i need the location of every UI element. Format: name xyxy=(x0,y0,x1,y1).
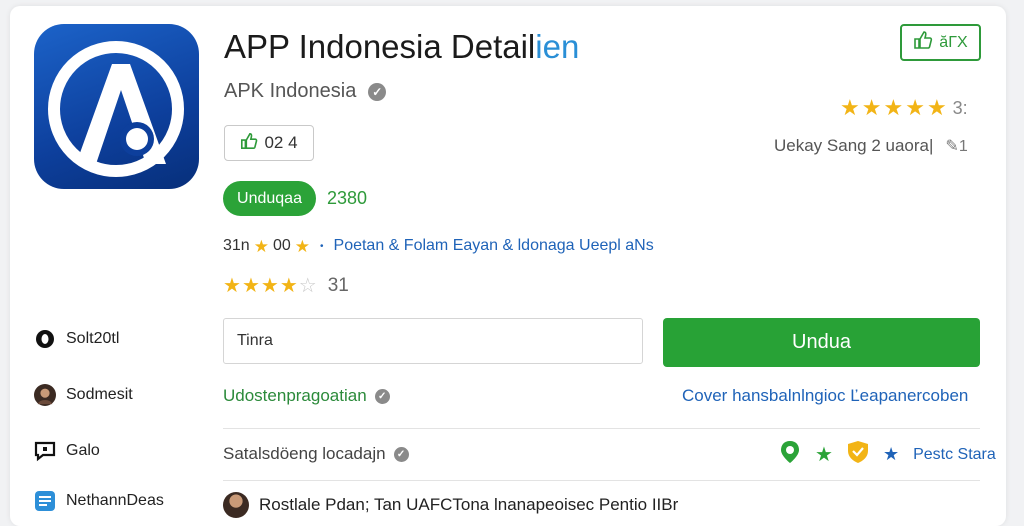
sidebar-item-label: NethannDeas xyxy=(66,492,164,509)
pencil-icon[interactable]: ✎1 xyxy=(945,136,967,156)
category-line: 31n ★ 00 ★ • Poetan & Folam Eayan & ldon… xyxy=(223,237,654,255)
category-suffix: 00 xyxy=(272,237,291,254)
edit-count: 1 xyxy=(958,138,968,155)
star-empty-icon[interactable]: ☆ xyxy=(299,276,317,296)
sidebar-item-label: Solt20tl xyxy=(66,330,120,347)
sidebar-item-label: Galo xyxy=(66,442,100,459)
star-icon: ★ xyxy=(926,95,947,120)
detail-line: Satalsdöeng locadajn ✓ xyxy=(223,444,409,464)
thumbs-up-icon xyxy=(913,30,933,55)
category-prefix: 31n xyxy=(223,237,250,254)
sidebar-item-solt20tl[interactable]: Solt20tl xyxy=(34,328,119,350)
chat-icon xyxy=(34,440,56,462)
star-icon: ★ xyxy=(861,95,882,120)
sidebar-item-galo[interactable]: Galo xyxy=(34,440,100,462)
download-count: 2380 xyxy=(327,188,368,208)
shield-icon xyxy=(847,440,869,469)
avatar xyxy=(223,492,249,518)
green-star-icon: ★ xyxy=(815,444,833,466)
badges-label[interactable]: Pestc Stara xyxy=(913,446,996,464)
app-title-text: APP Indonesia Detail xyxy=(224,28,536,65)
avatar xyxy=(34,384,56,406)
rating-top-count: 3: xyxy=(952,97,968,118)
search-input-value: Tinra xyxy=(237,332,273,349)
developer-name[interactable]: APK Indonesia xyxy=(224,80,356,103)
green-link-text[interactable]: Udostenpragoatian xyxy=(223,386,367,406)
search-input[interactable]: Tinra xyxy=(223,318,643,364)
thumbs-up-icon xyxy=(240,132,258,155)
like-button-label: ăΓX xyxy=(939,33,968,51)
circle-icon xyxy=(34,328,56,350)
download-button[interactable]: Undua xyxy=(663,318,980,367)
app-title-suffix: ien xyxy=(535,28,580,65)
green-link[interactable]: Udostenpragoatian ✓ xyxy=(223,386,390,406)
update-info: Uekay Sang 2 uaora| ✎1 xyxy=(774,136,968,156)
app-logo-graphic xyxy=(48,41,184,177)
star-icon[interactable]: ★ xyxy=(280,276,298,296)
developer-row[interactable]: APK Indonesia ✓ xyxy=(224,80,387,103)
rating-row-count: 31 xyxy=(327,275,349,296)
blue-star-icon: ★ xyxy=(882,444,900,464)
star-icon: ★ xyxy=(840,95,860,120)
rating-row[interactable]: ★ ★ ★ ★ ☆ 31 xyxy=(223,275,349,297)
blue-link[interactable]: Cover hansbalnlngioc Ľeapanercoben xyxy=(682,386,968,406)
category-links[interactable]: Poetan & Folam Eayan & ldonaga Ueepl aNs xyxy=(334,237,654,255)
star-icon: ★ xyxy=(905,95,925,120)
verified-check-icon: ✓ xyxy=(368,82,387,101)
star-icon: ★ xyxy=(253,236,269,256)
verified-check-icon: ✓ xyxy=(374,388,390,404)
like-button[interactable]: ăΓX xyxy=(900,24,981,61)
bottom-line-text: Rostlale Pdan; Tan UAFCTona lnanapeoisec… xyxy=(259,495,679,514)
sidebar-item-label: Sodmesit xyxy=(66,386,133,403)
thumb-count-box[interactable]: 02 4 xyxy=(224,125,314,161)
sidebar-item-nethanndeas[interactable]: NethannDeas xyxy=(34,490,164,512)
star-icon[interactable]: ★ xyxy=(261,276,279,296)
app-title: APP Indonesia Detailien xyxy=(224,28,579,66)
list-icon xyxy=(34,490,56,512)
star-icon: ★ xyxy=(883,95,904,120)
update-info-text: Uekay Sang 2 uaora| xyxy=(774,136,934,155)
download-button-label: Undua xyxy=(792,331,851,353)
download-pill-label: Unduqaa xyxy=(237,189,302,207)
bottom-line: Rostlale Pdan; Tan UAFCTona lnanapeoisec… xyxy=(223,492,678,518)
divider xyxy=(223,480,980,481)
star-icon[interactable]: ★ xyxy=(242,276,260,296)
badges-row: ★ ★ Pestc Stara xyxy=(779,440,996,469)
star-icon[interactable]: ★ xyxy=(223,276,241,296)
app-logo-icon xyxy=(34,24,199,189)
detail-line-text: Satalsdöeng locadajn xyxy=(223,444,386,463)
location-pin-icon xyxy=(779,440,801,469)
thumb-count-value: 02 4 xyxy=(264,133,298,152)
sidebar-item-sodmesit[interactable]: Sodmesit xyxy=(34,384,133,406)
download-pill-button[interactable]: Unduqaa xyxy=(223,181,316,216)
rating-top: ★ ★ ★ ★ ★ 3: xyxy=(840,97,968,119)
star-icon: ★ xyxy=(294,236,310,256)
bullet-icon: • xyxy=(320,240,324,252)
divider xyxy=(223,428,980,429)
verified-check-icon: ✓ xyxy=(393,446,409,462)
